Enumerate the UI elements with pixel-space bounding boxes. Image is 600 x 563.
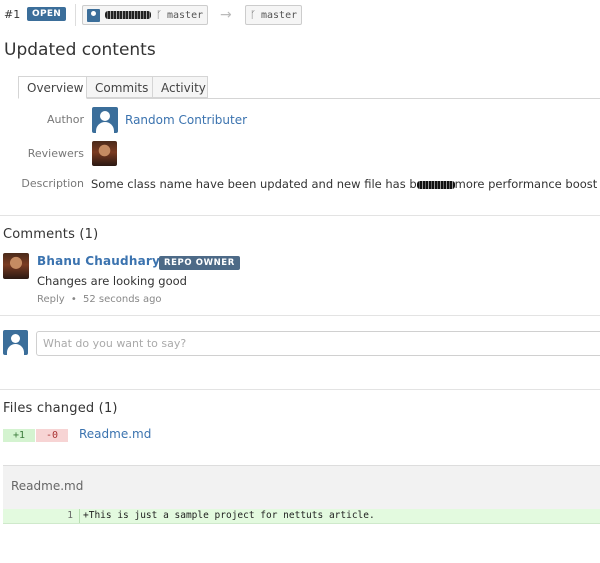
pr-number: #1 bbox=[4, 8, 21, 21]
status-badge: OPEN bbox=[27, 7, 67, 21]
comment-timestamp: 52 seconds ago bbox=[82, 294, 162, 305]
author-link[interactable]: Random Contributer bbox=[125, 113, 247, 127]
files-changed-heading: Files changed (1) bbox=[3, 401, 118, 416]
comment-author-avatar[interactable] bbox=[3, 253, 29, 279]
source-branch[interactable]: ᚴ master bbox=[82, 5, 209, 25]
comment-author-link[interactable]: Bhanu Chaudhary bbox=[37, 254, 160, 268]
description-part-2: more performance boost bbox=[454, 177, 598, 191]
arrow-right-icon: → bbox=[220, 7, 232, 23]
author-avatar-icon[interactable] bbox=[92, 107, 118, 133]
reply-link[interactable]: Reply bbox=[37, 294, 65, 305]
repo-owner-badge: REPO OWNER bbox=[159, 256, 240, 270]
redacted-text bbox=[416, 180, 455, 189]
line-number: 1 bbox=[67, 510, 73, 521]
additions-count: +1 bbox=[3, 429, 36, 442]
tab-overview[interactable]: Overview bbox=[18, 76, 87, 99]
target-branch[interactable]: ᚴ master bbox=[245, 5, 303, 25]
current-user-avatar-icon bbox=[3, 330, 28, 355]
tab-commits[interactable]: Commits bbox=[86, 76, 153, 98]
deletions-count: -0 bbox=[36, 429, 69, 442]
comment-input[interactable] bbox=[36, 331, 600, 356]
diff-file-header bbox=[3, 465, 600, 511]
file-link[interactable]: Readme.md bbox=[79, 427, 151, 441]
page-title: Updated contents bbox=[4, 40, 156, 60]
branch-icon: ᚴ bbox=[250, 9, 256, 21]
divider bbox=[0, 315, 600, 316]
comment-body: Changes are looking good bbox=[37, 274, 187, 288]
tab-activity[interactable]: Activity bbox=[152, 76, 208, 98]
line-code: +This is just a sample project for nettu… bbox=[83, 510, 375, 521]
repo-avatar-icon bbox=[87, 8, 100, 22]
meta-separator: • bbox=[70, 294, 77, 305]
target-branch-name: master bbox=[261, 9, 298, 21]
header-divider bbox=[75, 4, 76, 26]
author-label: Author bbox=[46, 113, 84, 126]
line-gutter bbox=[79, 509, 80, 523]
description-part-1: Some class name have been updated and ne… bbox=[91, 177, 417, 191]
diff-file-name: Readme.md bbox=[11, 479, 84, 493]
redacted-repo-name bbox=[105, 11, 151, 19]
comments-heading: Comments (1) bbox=[3, 227, 99, 242]
description-label: Description bbox=[21, 177, 84, 190]
comment-meta: Reply • 52 seconds ago bbox=[37, 294, 165, 305]
divider bbox=[0, 215, 600, 216]
branch-icon: ᚴ bbox=[156, 9, 162, 21]
source-branch-name: master bbox=[167, 9, 204, 21]
divider bbox=[0, 389, 600, 390]
diff-line: 1 +This is just a sample project for net… bbox=[3, 509, 600, 524]
reviewer-avatar[interactable] bbox=[92, 141, 117, 166]
description-text: Some class name have been updated and ne… bbox=[91, 177, 597, 191]
reviewers-label: Reviewers bbox=[27, 147, 84, 160]
